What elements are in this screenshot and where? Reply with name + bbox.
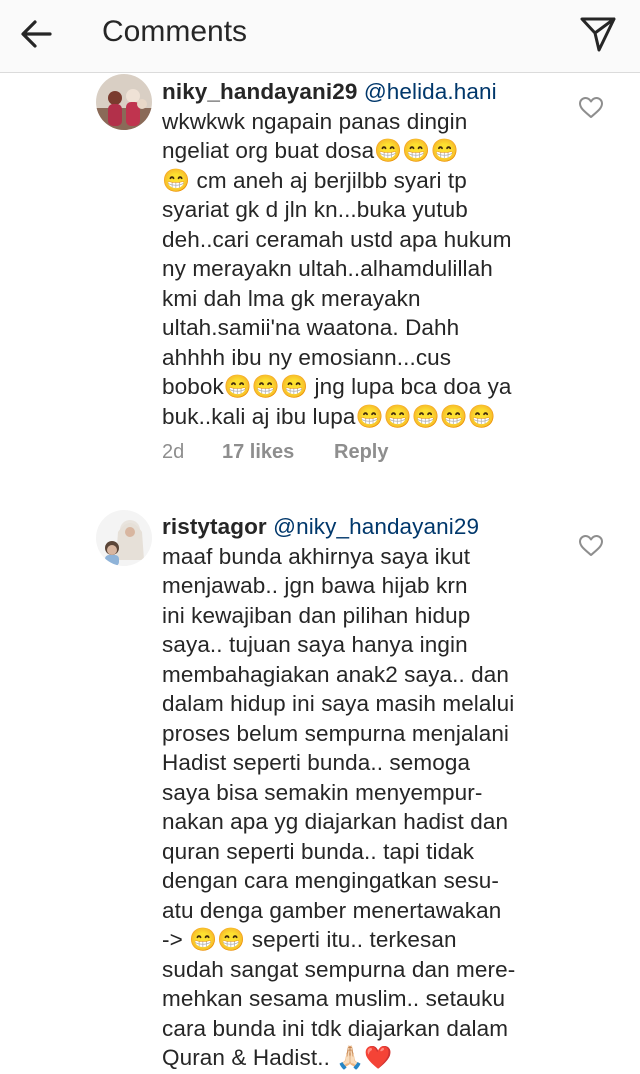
comment-body: niky_handayani29 @helida.hani wkwkwk nga…: [162, 77, 562, 431]
back-button[interactable]: [14, 12, 58, 56]
comment-body: ristytagor @niky_handayani29 maaf bunda …: [162, 512, 562, 1073]
avatar[interactable]: [96, 510, 152, 566]
comment-text: maaf bunda akhirnya saya ikut menjawab..…: [162, 543, 516, 1071]
comment-age: 2d: [162, 441, 185, 463]
reply-button[interactable]: Reply: [334, 438, 388, 466]
comment-text: wkwkwk ngapain panas dingin ngeliat org …: [162, 108, 512, 429]
comment-username[interactable]: ristytagor: [162, 514, 267, 539]
like-button[interactable]: [578, 96, 604, 120]
page-title: Comments: [102, 15, 248, 48]
top-bar: Comments: [0, 0, 640, 73]
comment-username[interactable]: niky_handayani29: [162, 79, 357, 104]
heart-icon: [579, 97, 603, 118]
arrow-left-icon: [21, 20, 52, 48]
like-button[interactable]: [578, 534, 604, 558]
paper-plane-icon: [580, 17, 616, 52]
heart-icon: [579, 535, 603, 556]
comment-meta: 2d 17 likes Reply: [162, 438, 388, 466]
comment-likes[interactable]: 17 likes: [222, 438, 334, 466]
comment-mention[interactable]: @niky_handayani29: [273, 514, 479, 539]
share-button[interactable]: [574, 10, 622, 58]
comment-mention[interactable]: @helida.hani: [364, 79, 497, 104]
avatar[interactable]: [96, 74, 152, 130]
